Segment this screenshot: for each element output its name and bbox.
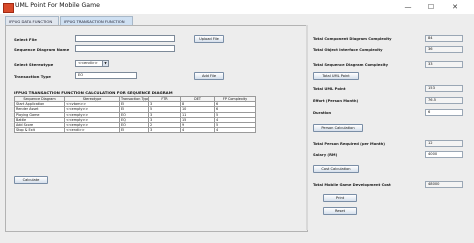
select-stereotype-label: Select Stereotype [14,62,54,67]
maximize-button[interactable]: ☐ [422,1,440,13]
minimize-button[interactable]: — [399,1,417,13]
total-object-value: 36 [425,46,463,53]
upload-file-button[interactable]: Upload File [194,35,224,43]
table-cell: 4 [180,127,215,134]
total-sequence-label: Total Sequence Diagram Complexity [313,63,389,67]
total-uml-point-button[interactable]: Total UML Point [313,72,359,80]
effort-label: Effort (Person Month) [313,99,359,103]
total-component-label: Total Component Diagram Complexity [313,37,392,41]
sequence-diagram-name-label: Sequence Diagram Name [14,47,70,52]
effort-value: 76.5 [425,97,463,104]
app-icon [3,3,14,13]
close-button[interactable]: ✕ [446,1,464,13]
table-cell: <<endi>> [64,127,120,134]
sequence-diagram-name-input[interactable] [75,45,175,52]
tab-ifpug-data-function[interactable]: IFPUG DATA FUNCTION [5,16,59,25]
print-button[interactable]: Print [323,194,357,202]
stereotype-select[interactable]: <<endi>> ▼ [75,60,109,67]
table-cell: EI [119,127,149,134]
total-person-value: 12 [425,140,463,147]
total-object-label: Total Object Interface Complexity [313,48,383,52]
total-uml-label: Total UML Point [313,87,346,91]
total-sequence-value: 33 [425,61,463,68]
salary-label: Salary (RM) [313,153,338,157]
transaction-type-label: Transaction Type [14,74,51,79]
total-cost-label: Total Mobile Game Development Cost [313,183,391,187]
select-file-label: Select File [14,37,37,42]
cost-calculation-button[interactable]: Cost Calculation [313,165,359,173]
table-heading: IFPUG TRANSACTION FUNCTION CALCULATION F… [14,90,173,95]
calculate-button[interactable]: Calculate [14,176,48,184]
stereotype-value: <<endi>> [78,61,98,65]
duration-label: Duration [313,111,332,115]
reset-button[interactable]: Reset [323,207,357,215]
panel-divider [306,25,308,230]
table-cell: Stop & Exit [14,127,65,134]
table-cell: 4 [214,127,256,134]
title-bar: UML Point For Mobile Game — ☐ ✕ [0,0,474,15]
duration-input[interactable]: 6 [425,109,463,116]
person-calculation-button[interactable]: Person Calculation [313,124,363,132]
add-file-button[interactable]: Add File [194,72,224,80]
chevron-down-icon: ▼ [102,61,108,66]
window-title: UML Point For Mobile Game [15,2,100,9]
total-cost-value: 48000 [425,181,463,188]
total-uml-value: 153 [425,85,463,92]
salary-input[interactable]: 4000 [425,151,463,158]
column-header[interactable]: Transaction Type [119,95,149,103]
total-person-label: Total Person Required (per Month) [313,142,385,146]
tab-ifpug-transaction-function[interactable]: IFPUG TRANSACTION FUNCTION [60,16,133,25]
total-component-value: 84 [425,35,463,42]
table-row[interactable]: Stop & Exit <<endi>> EI 3 4 4 [14,127,256,134]
select-file-input[interactable] [75,35,175,42]
transaction-type-input[interactable]: EO [75,72,137,79]
table-cell: 3 [148,127,181,134]
transaction-table: Sequence Diagram Stereotype Transaction … [14,95,256,134]
